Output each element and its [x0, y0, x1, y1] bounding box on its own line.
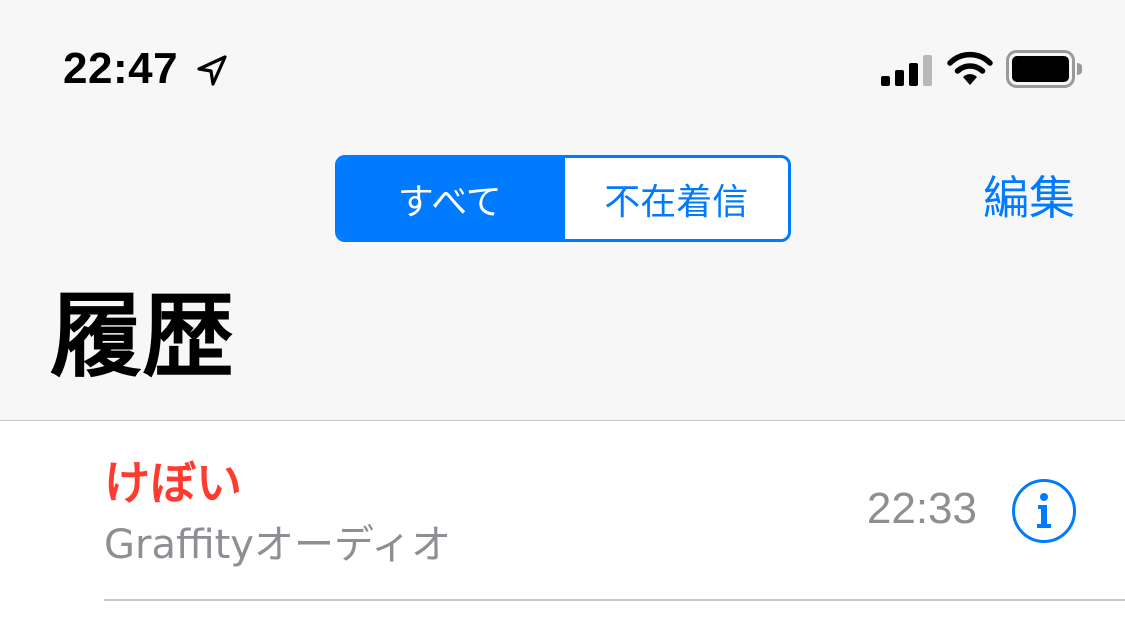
wifi-icon — [947, 51, 993, 85]
call-type-label: Graffityオーディオ — [104, 522, 452, 568]
call-time: 22:33 — [866, 484, 977, 533]
location-arrow-icon — [197, 55, 227, 86]
edit-button[interactable]: 編集 — [983, 168, 1075, 228]
segment-missed[interactable]: 不在着信 — [561, 158, 789, 239]
page-title: 履歴 — [50, 283, 235, 390]
navigation-header: 22:47 すべて 不在着信 編集 履歴 — [0, 0, 1125, 421]
segment-all[interactable]: すべて — [338, 158, 562, 239]
cellular-signal-icon — [881, 55, 932, 86]
call-list-row[interactable]: けぼい Graffityオーディオ 22:33 — [0, 421, 1125, 601]
battery-icon — [1006, 50, 1082, 88]
call-filter-segmented-control: すべて 不在着信 — [335, 155, 791, 242]
info-icon[interactable] — [1011, 478, 1077, 544]
row-separator — [104, 599, 1125, 601]
status-bar-time: 22:47 — [63, 44, 179, 93]
caller-name: けぼい — [104, 456, 242, 510]
